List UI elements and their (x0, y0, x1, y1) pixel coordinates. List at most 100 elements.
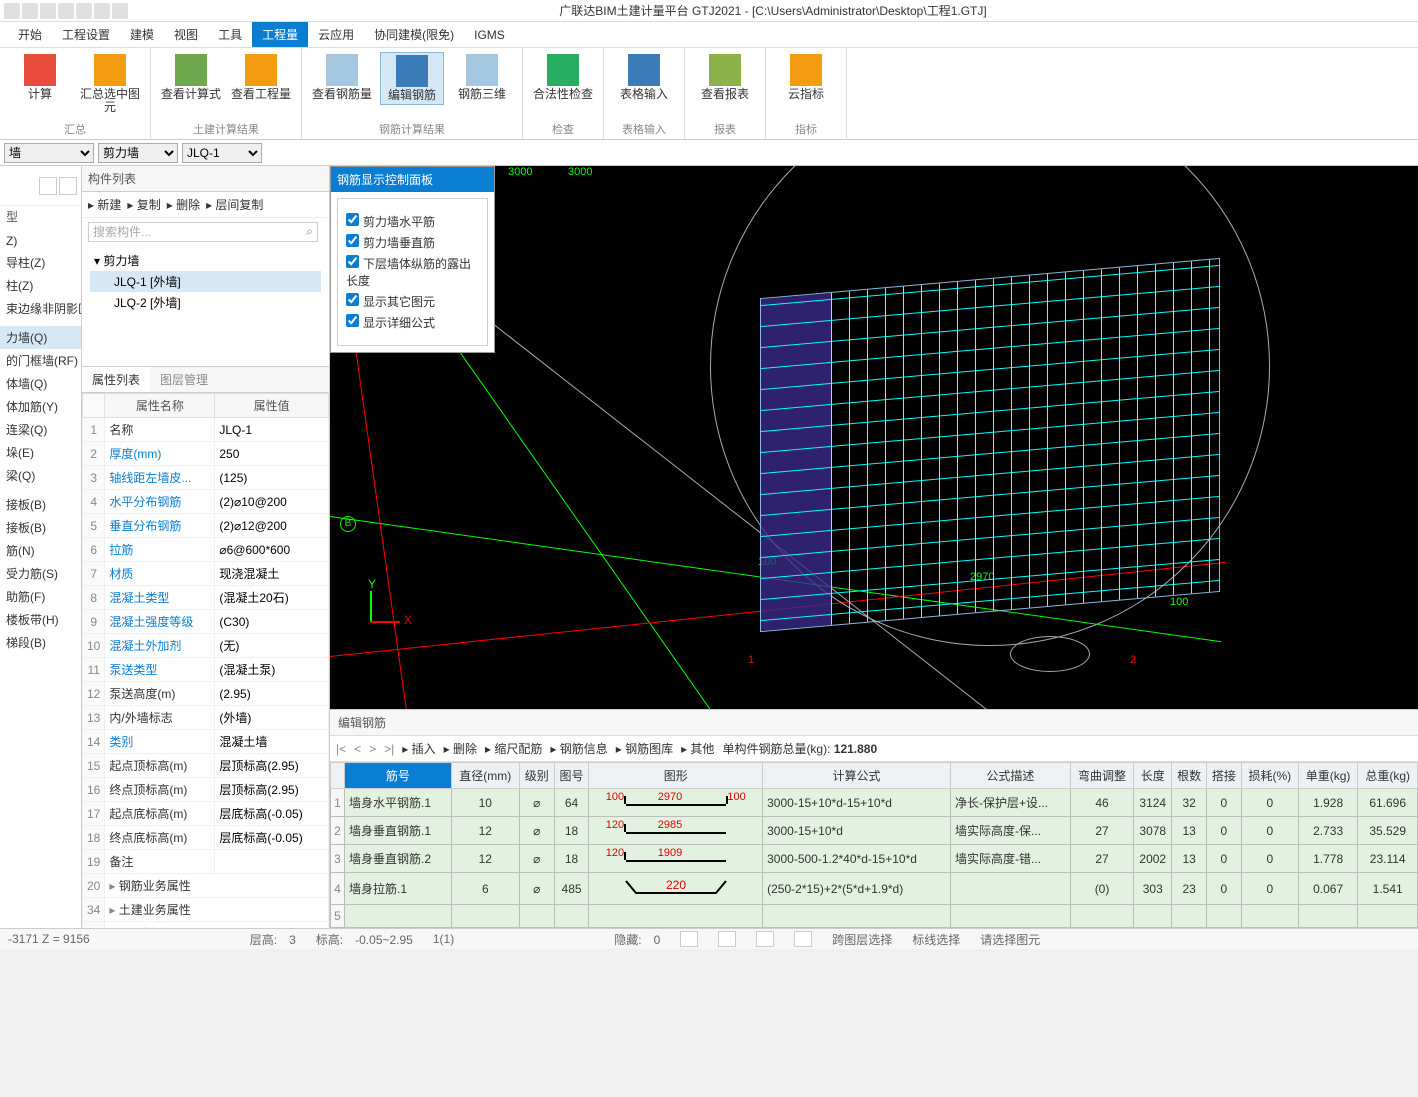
ribbon-汇总选中图元[interactable]: 汇总选中图元 (78, 52, 142, 116)
tab-property-list[interactable]: 属性列表 (82, 367, 150, 392)
prop-value[interactable]: (2.95) (215, 682, 329, 706)
col-header[interactable]: 公式描述 (950, 763, 1070, 789)
rebar-row[interactable]: 1墙身水平钢筋.110⌀6410029701003000-15+10*d-15+… (331, 789, 1418, 817)
ribbon-编辑钢筋[interactable]: 编辑钢筋 (380, 52, 444, 105)
menu-1[interactable]: 工程设置 (52, 22, 120, 47)
nav-item[interactable]: 导柱(Z) (0, 251, 81, 274)
ribbon-查看报表[interactable]: 查看报表 (693, 52, 757, 103)
prop-value[interactable]: (混凝土20石) (215, 586, 329, 610)
qat-icon[interactable] (112, 3, 128, 19)
qat-icon[interactable] (94, 3, 110, 19)
edit-tool-缩尺配筋[interactable]: ▸ 缩尺配筋 (485, 740, 542, 757)
edit-tool-钢筋信息[interactable]: ▸ 钢筋信息 (550, 740, 607, 757)
ctrl-option[interactable]: 剪力墙水平筋 (346, 213, 479, 230)
prop-value[interactable]: (2)⌀12@200 (215, 514, 329, 538)
edit-tool-删除[interactable]: ▸ 删除 (444, 740, 477, 757)
col-header[interactable]: 单重(kg) (1298, 763, 1358, 789)
qat-icon[interactable] (40, 3, 56, 19)
selector[interactable]: 墙 (4, 143, 94, 163)
3d-viewport[interactable]: 钢筋显示控制面板 剪力墙水平筋剪力墙垂直筋下层墙体纵筋的露出长度显示其它图元显示… (330, 166, 1418, 709)
nav-item[interactable]: 受力筋(S) (0, 562, 81, 585)
col-header[interactable]: 总重(kg) (1358, 763, 1418, 789)
col-header[interactable]: 搭接 (1207, 763, 1242, 789)
nav-item[interactable]: 接板(B) (0, 516, 81, 539)
ctrl-option[interactable]: 剪力墙垂直筋 (346, 234, 479, 251)
nav-item[interactable]: 的门框墙(RF) (0, 349, 81, 372)
col-header[interactable]: 弯曲调整 (1070, 763, 1134, 789)
nav-item[interactable]: Z) (0, 231, 81, 251)
prop-value[interactable]: 层顶标高(2.95) (215, 778, 329, 802)
qat-icon[interactable] (76, 3, 92, 19)
ctrl-option[interactable]: 显示其它图元 (346, 293, 479, 310)
prop-value[interactable]: (混凝土泵) (215, 658, 329, 682)
status-btn[interactable] (680, 931, 698, 947)
ribbon-计算[interactable]: 计算 (8, 52, 72, 116)
menu-2[interactable]: 建模 (120, 22, 164, 47)
qat-icon[interactable] (22, 3, 38, 19)
menu-8[interactable]: IGMS (464, 24, 515, 46)
rebar-row[interactable]: 4墙身拉筋.16⌀485220(250-2*15)+2*(5*d+1.9*d)(… (331, 873, 1418, 905)
ribbon-表格输入[interactable]: 表格输入 (612, 52, 676, 103)
col-header[interactable]: 图形 (589, 763, 763, 789)
nav-item[interactable]: 垛(E) (0, 441, 81, 464)
ribbon-查看计算式[interactable]: 查看计算式 (159, 52, 223, 103)
rebar-row[interactable]: 5 (331, 905, 1418, 928)
nav-item[interactable]: 接板(B) (0, 493, 81, 516)
col-header[interactable]: 计算公式 (763, 763, 951, 789)
status-btn[interactable] (756, 931, 774, 947)
view-grid-icon[interactable] (59, 177, 77, 195)
col-header[interactable]: 长度 (1134, 763, 1172, 789)
menu-0[interactable]: 开始 (8, 22, 52, 47)
nav-item[interactable]: 柱(Z) (0, 274, 81, 297)
nav-item[interactable]: 束边缘非阴影区 (0, 297, 81, 320)
menu-5[interactable]: 工程量 (252, 22, 308, 47)
prop-value[interactable]: 层底标高(-0.05) (215, 802, 329, 826)
menu-3[interactable]: 视图 (164, 22, 208, 47)
prop-value[interactable]: 混凝土墙 (215, 730, 329, 754)
ribbon-查看钢筋量[interactable]: 查看钢筋量 (310, 52, 374, 105)
ribbon-合法性检查[interactable]: 合法性检查 (531, 52, 595, 103)
selector[interactable]: JLQ-1 (182, 143, 262, 163)
prop-expander[interactable]: 土建业务属性 (105, 898, 329, 922)
comp-tool-新建[interactable]: ▸ 新建 (88, 196, 121, 213)
prop-value[interactable]: (2)⌀10@200 (215, 490, 329, 514)
nav-last-icon[interactable]: >| (384, 742, 394, 756)
nav-prev-icon[interactable]: < (354, 742, 361, 756)
nav-item[interactable]: 力墙(Q) (0, 326, 81, 349)
menu-6[interactable]: 云应用 (308, 22, 364, 47)
prop-expander[interactable]: 钢筋业务属性 (105, 874, 329, 898)
rebar-row[interactable]: 2墙身垂直钢筋.112⌀1812029853000-15+10*d墙实际高度-保… (331, 817, 1418, 845)
prop-value[interactable]: (C30) (215, 610, 329, 634)
menu-7[interactable]: 协同建模(限免) (364, 22, 464, 47)
nav-item[interactable]: 楼板带(H) (0, 608, 81, 631)
nav-item[interactable]: 筋(N) (0, 539, 81, 562)
search-input[interactable]: 搜索构件... (88, 222, 318, 242)
ribbon-钢筋三维[interactable]: 钢筋三维 (450, 52, 514, 105)
ribbon-查看工程量[interactable]: 查看工程量 (229, 52, 293, 103)
prop-value[interactable]: JLQ-1 (215, 418, 329, 442)
nav-item[interactable]: 梁(Q) (0, 464, 81, 487)
nav-item[interactable]: 助筋(F) (0, 585, 81, 608)
edit-tool-插入[interactable]: ▸ 插入 (402, 740, 435, 757)
menu-4[interactable]: 工具 (208, 22, 252, 47)
col-header[interactable]: 损耗(%) (1241, 763, 1298, 789)
ctrl-option[interactable]: 下层墙体纵筋的露出长度 (346, 255, 479, 289)
comp-tool-层间复制[interactable]: ▸ 层间复制 (206, 196, 263, 213)
col-header[interactable]: 根数 (1172, 763, 1207, 789)
tab-layer-mgmt[interactable]: 图层管理 (150, 367, 218, 392)
view-list-icon[interactable] (39, 177, 57, 195)
selector[interactable]: 剪力墙 (98, 143, 178, 163)
prop-value[interactable]: 层底标高(-0.05) (215, 826, 329, 850)
nav-item[interactable]: 体加筋(Y) (0, 395, 81, 418)
prop-value[interactable]: (125) (215, 466, 329, 490)
prop-value[interactable] (215, 850, 329, 874)
tree-item[interactable]: JLQ-2 [外墙] (90, 292, 321, 313)
prop-value[interactable]: (外墙) (215, 706, 329, 730)
prop-expander[interactable]: 显示样式 (105, 922, 329, 929)
ribbon-云指标[interactable]: 云指标 (774, 52, 838, 103)
col-header[interactable]: 筋号 (345, 763, 452, 789)
col-header[interactable]: 图号 (554, 763, 589, 789)
nav-item[interactable]: 连梁(Q) (0, 418, 81, 441)
qat-icon[interactable] (4, 3, 20, 19)
status-btn[interactable] (794, 931, 812, 947)
